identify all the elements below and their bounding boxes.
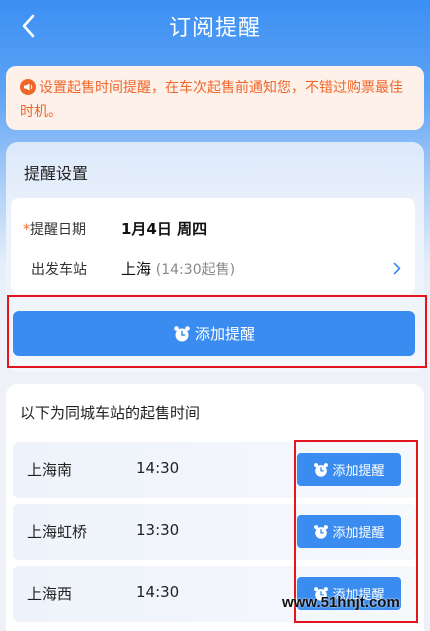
watermark: www.51hnjt.com [282,594,400,611]
alarm-clock-icon [314,462,329,477]
station-label: 出发车站 [31,262,87,278]
megaphone-icon [20,79,36,95]
back-button[interactable] [10,8,46,44]
settings-heading: 提醒设置 [24,164,89,183]
station-row: 上海虹桥 13:30 添加提醒 [13,504,417,560]
add-reminder-button[interactable]: 添加提醒 [297,453,401,486]
chevron-right-icon[interactable] [393,260,401,279]
station-sale-time: 14:30 [136,459,180,477]
top-bar: 订阅提醒 [0,0,430,52]
alarm-clock-icon [314,524,329,539]
alarm-clock-icon [174,325,190,341]
notice-banner: 设置起售时间提醒，在车次起售前通知您，不错过购票最佳时机。 [6,66,424,130]
station-sale-time: 14:30 [136,583,180,601]
date-label: *提醒日期 [23,222,86,238]
station-name: 上海虹桥 [27,523,88,541]
station-name: 上海西 [27,585,73,603]
station-name: 上海南 [27,461,73,479]
chevron-left-icon [22,14,35,38]
station-value[interactable]: 上海 (14:30起售) [121,258,235,279]
required-mark: * [23,222,30,238]
station-sale-time: (14:30起售) [155,262,236,278]
add-reminder-button[interactable]: 添加提醒 [297,515,401,548]
notice-text: 设置起售时间提醒，在车次起售前通知您，不错过购票最佳时机。 [20,80,403,120]
add-reminder-label: 添加提醒 [332,464,385,479]
station-row: 上海南 14:30 添加提醒 [13,442,417,498]
add-reminder-label: 添加提醒 [194,325,255,343]
reminder-info-panel: *提醒日期 1月4日 周四 出发车站 上海 (14:30起售) [11,198,415,294]
date-value[interactable]: 1月4日 周四 [121,218,207,239]
add-reminder-label: 添加提醒 [332,526,385,541]
stations-heading: 以下为同城车站的起售时间 [20,404,201,422]
station-sale-time: 13:30 [136,521,180,539]
add-reminder-button[interactable]: 添加提醒 [13,311,415,356]
page-title: 订阅提醒 [168,16,261,41]
